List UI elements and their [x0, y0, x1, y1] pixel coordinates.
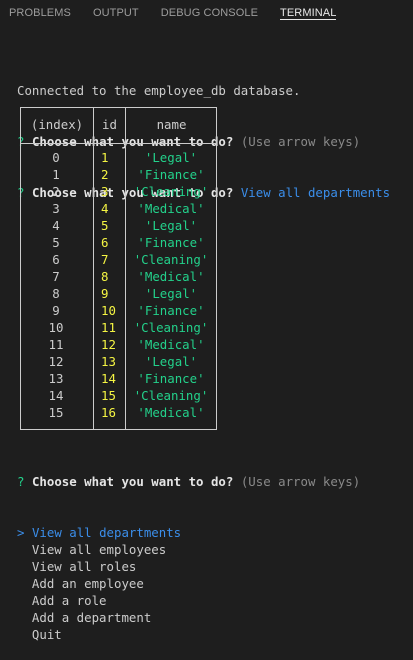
prompt-question: Choose what you want to do?	[31, 474, 234, 489]
menu-option-label: Quit	[31, 627, 62, 642]
cell-index: 4	[52, 218, 60, 233]
cell-id: 15	[101, 388, 116, 403]
menu-option-label: View all departments	[31, 525, 182, 540]
cell-id: 10	[101, 303, 116, 318]
menu-option[interactable]: View all roles	[17, 558, 360, 575]
cell-name: 'Medical'	[137, 337, 205, 352]
tab-problems[interactable]: PROBLEMS	[9, 0, 71, 20]
cell-id: 2	[101, 167, 109, 182]
cell-name: 'Cleaning'	[133, 320, 209, 335]
departments-table: (index) id name 0 1 'Legal' 1 2 'Finance' 2 3 'C…	[20, 107, 217, 430]
table-body: 0 1 'Legal' 1 2 'Finance' 2 3 'Cleaning' 3 4 'Medic…	[21, 149, 216, 421]
tab-output[interactable]: OUTPUT	[93, 0, 139, 20]
table-row: 14 15 'Cleaning'	[21, 387, 216, 404]
table-row: 4 5 'Legal'	[21, 217, 216, 234]
table-row: 9 10 'Finance'	[21, 302, 216, 319]
action-menu: ? Choose what you want to do? (Use arrow…	[17, 439, 360, 660]
header-divider	[21, 143, 216, 144]
cell-index: 8	[52, 286, 60, 301]
prompt-hint: (Use arrow keys)	[240, 474, 361, 489]
menu-option-label: View all employees	[31, 542, 167, 557]
menu-pointer: >	[17, 525, 25, 540]
prompt-answer: View all departments	[240, 185, 391, 200]
menu-option[interactable]: Add a department	[17, 609, 360, 626]
cell-index: 12	[48, 354, 64, 369]
menu-option[interactable]: Add a role	[17, 592, 360, 609]
table-row: 15 16 'Medical'	[21, 404, 216, 421]
header-name: name	[156, 117, 187, 132]
menu-option-label: Add a role	[31, 593, 107, 608]
cell-name: 'Medical'	[137, 201, 205, 216]
cell-id: 8	[101, 269, 109, 284]
table-row: 8 9 'Legal'	[21, 285, 216, 302]
header-index: (index)	[30, 117, 84, 132]
cell-name: 'Cleaning'	[133, 388, 209, 403]
cell-id: 16	[101, 405, 116, 420]
cell-index: 9	[52, 303, 60, 318]
cell-id: 7	[101, 252, 109, 267]
cell-index: 13	[48, 371, 64, 386]
cell-name: 'Cleaning'	[133, 184, 209, 199]
cell-id: 13	[101, 354, 116, 369]
cell-name: 'Legal'	[144, 218, 198, 233]
connected-message: Connected to the employee_db database.	[17, 83, 301, 98]
table-row: 5 6 'Finance'	[21, 234, 216, 251]
cell-id: 14	[101, 371, 116, 386]
cell-name: 'Medical'	[137, 405, 205, 420]
cell-index: 3	[52, 201, 60, 216]
cell-index: 14	[48, 388, 64, 403]
table-row: 13 14 'Finance'	[21, 370, 216, 387]
prompt-hint: (Use arrow keys)	[240, 134, 361, 149]
cell-id: 12	[101, 337, 116, 352]
cell-name: 'Cleaning'	[133, 252, 209, 267]
cell-index: 11	[48, 337, 64, 352]
cell-index: 2	[52, 184, 60, 199]
table-row: 2 3 'Cleaning'	[21, 183, 216, 200]
cell-name: 'Medical'	[137, 269, 205, 284]
tab-terminal[interactable]: TERMINAL	[280, 0, 337, 20]
cell-name: 'Finance'	[137, 371, 205, 386]
menu-option[interactable]: View all employees	[17, 541, 360, 558]
menu-options: > View all departments View all employee…	[17, 524, 360, 643]
cell-name: 'Finance'	[137, 235, 205, 250]
tab-debug-console[interactable]: DEBUG CONSOLE	[161, 0, 258, 20]
cell-id: 4	[101, 201, 109, 216]
cell-name: 'Finance'	[137, 167, 205, 182]
table-row: 6 7 'Cleaning'	[21, 251, 216, 268]
cell-name: 'Finance'	[137, 303, 205, 318]
cell-index: 0	[52, 150, 60, 165]
table-row: 11 12 'Medical'	[21, 336, 216, 353]
table-row: 7 8 'Medical'	[21, 268, 216, 285]
table-row: 3 4 'Medical'	[21, 200, 216, 217]
panel-tab-bar: PROBLEMS OUTPUT DEBUG CONSOLE TERMINAL	[0, 0, 413, 27]
cell-name: 'Legal'	[144, 354, 198, 369]
menu-option-label: View all roles	[31, 559, 137, 574]
menu-option-label: Add a department	[31, 610, 152, 625]
menu-option[interactable]: > View all departments	[17, 524, 360, 541]
header-id: id	[102, 117, 117, 132]
table-row: 1 2 'Finance'	[21, 166, 216, 183]
cell-index: 6	[52, 252, 60, 267]
cell-id: 11	[101, 320, 116, 335]
prompt-line-3: ? Choose what you want to do? (Use arrow…	[17, 473, 360, 490]
cell-index: 1	[52, 167, 60, 182]
table-row: 0 1 'Legal'	[21, 149, 216, 166]
menu-option[interactable]: Add an employee	[17, 575, 360, 592]
cell-index: 10	[48, 320, 64, 335]
cell-id: 5	[101, 218, 109, 233]
cell-id: 9	[101, 286, 109, 301]
cell-id: 1	[101, 150, 109, 165]
cell-id: 3	[101, 184, 109, 199]
cell-name: 'Legal'	[144, 286, 198, 301]
menu-option[interactable]: Quit	[17, 626, 360, 643]
prompt-mark: ?	[17, 474, 25, 489]
cell-index: 5	[52, 235, 60, 250]
cell-index: 15	[48, 405, 64, 420]
table-row: 10 11 'Cleaning'	[21, 319, 216, 336]
cell-index: 7	[52, 269, 60, 284]
table-row: 12 13 'Legal'	[21, 353, 216, 370]
cell-id: 6	[101, 235, 109, 250]
menu-option-label: Add an employee	[31, 576, 144, 591]
cell-name: 'Legal'	[144, 150, 198, 165]
